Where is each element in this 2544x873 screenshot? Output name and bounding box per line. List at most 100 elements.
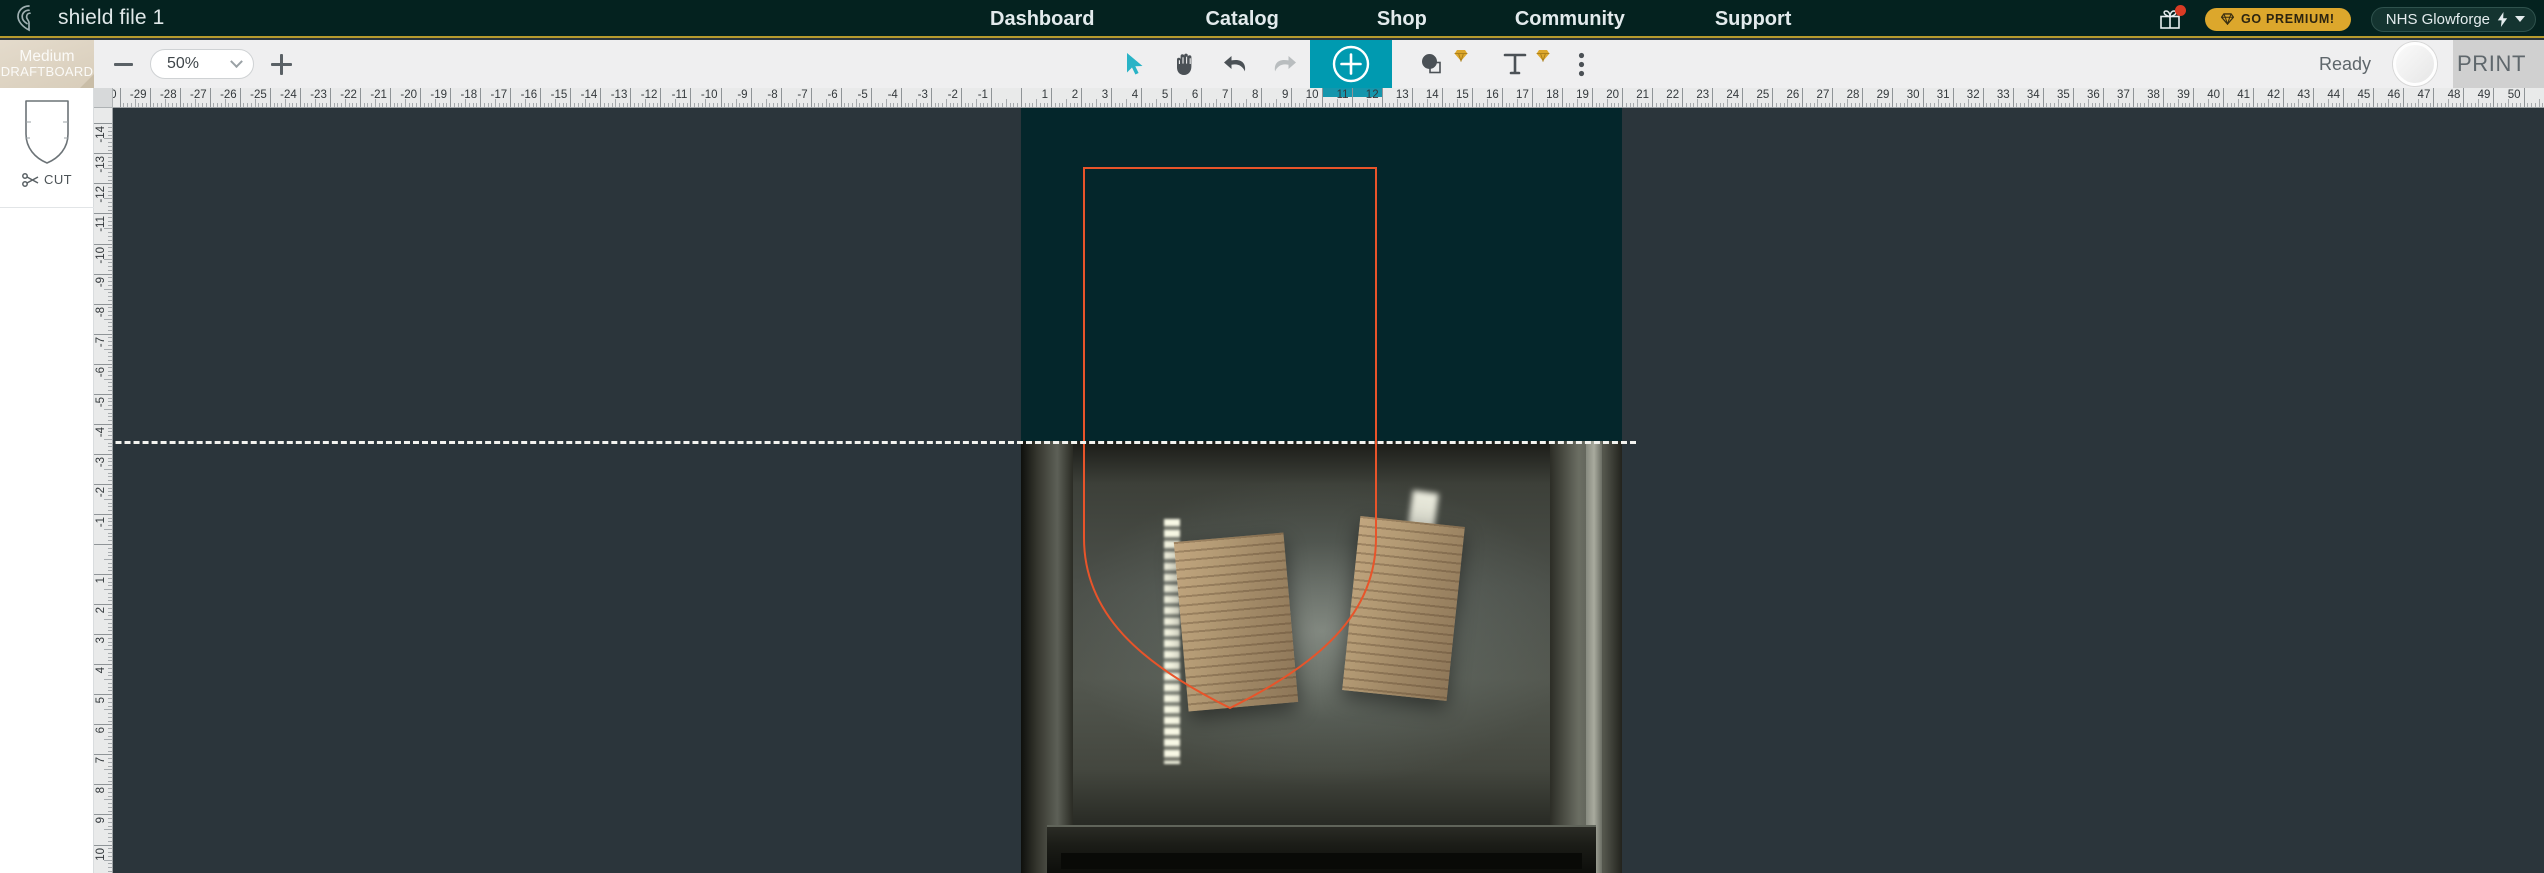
ruler-minor-tick [108, 833, 112, 835]
nav-item-shop[interactable]: Shop [1377, 8, 1427, 31]
zoom-level-select[interactable]: 50% [150, 49, 254, 79]
ruler-minor-tick [1543, 103, 1545, 107]
horizontal-ruler[interactable]: -30-29-28-27-26-25-24-23-22-21-20-19-18-… [113, 88, 2544, 108]
ruler-minor-tick [2020, 103, 2022, 107]
ruler-label: 19 [1576, 89, 1589, 101]
gift-button[interactable] [2155, 4, 2186, 34]
ruler-minor-tick [1069, 103, 1071, 107]
ruler-tick [1321, 88, 1323, 107]
chevron-down-icon [2515, 16, 2525, 22]
ruler-label: 18 [1546, 89, 1559, 101]
material-chip-corner-fold [80, 74, 94, 88]
ruler-minor-tick [108, 776, 112, 778]
ruler-minor-tick [108, 442, 112, 444]
nav-item-catalog[interactable]: Catalog [1205, 8, 1278, 31]
ruler-minor-tick [108, 540, 112, 542]
ruler-label: -22 [340, 89, 357, 101]
ruler-minor-tick [1828, 103, 1830, 107]
material-selector[interactable]: Medium DRAFTBOARD [0, 40, 94, 88]
ruler-minor-tick [104, 679, 112, 681]
ruler-minor-tick [543, 103, 545, 107]
document-title[interactable]: shield file 1 [58, 6, 164, 30]
ruler-minor-tick [1144, 103, 1146, 107]
ruler-tick [94, 664, 112, 666]
ruler-minor-tick [2068, 103, 2070, 107]
operation-row[interactable]: CUT [22, 172, 72, 187]
ruler-minor-tick [104, 799, 112, 801]
ruler-minor-tick [2301, 103, 2303, 107]
ruler-minor-tick [1971, 103, 1973, 107]
zoom-in-button[interactable] [268, 51, 294, 77]
ruler-minor-tick [337, 103, 339, 107]
nav-item-community[interactable]: Community [1515, 8, 1625, 31]
ruler-label: -26 [220, 89, 237, 101]
printer-bed[interactable] [1021, 108, 1622, 873]
zoom-level-value: 50% [167, 55, 200, 72]
ruler-minor-tick [104, 769, 112, 771]
ruler-minor-tick [273, 103, 275, 107]
zoom-out-button[interactable] [110, 51, 136, 77]
pan-tool[interactable] [1160, 40, 1210, 88]
ruler-minor-tick [818, 103, 820, 107]
ruler-label: -10 [700, 89, 718, 101]
ruler-minor-tick [1903, 103, 1905, 107]
ruler-minor-tick [108, 743, 112, 745]
print-knob-dial[interactable] [2393, 42, 2437, 86]
undo-tool[interactable] [1210, 40, 1260, 88]
ruler-minor-tick [322, 103, 324, 107]
ruler-minor-tick [108, 728, 112, 730]
ruler-tick [690, 88, 692, 107]
redo-tool[interactable] [1260, 40, 1310, 88]
ruler-minor-tick [2129, 103, 2131, 107]
ruler-minor-tick [1460, 103, 1462, 107]
ruler-minor-tick [1956, 103, 1958, 107]
select-tool[interactable] [1110, 40, 1160, 88]
ruler-minor-tick [1693, 103, 1695, 107]
ruler-minor-tick [108, 825, 112, 827]
ruler-tick [2223, 88, 2224, 107]
ruler-minor-tick [2151, 103, 2153, 107]
add-artwork-tool[interactable] [1310, 40, 1392, 88]
ruler-minor-tick [378, 103, 380, 107]
ruler-minor-tick [175, 103, 177, 107]
ruler-minor-tick [1640, 103, 1642, 107]
ruler-minor-tick [731, 103, 733, 107]
ruler-tick [2373, 88, 2375, 107]
ruler-minor-tick [108, 596, 112, 598]
ruler-minor-tick [108, 367, 112, 369]
artwork-thumbnail-card[interactable]: CUT [0, 88, 94, 208]
ruler-minor-tick [431, 103, 433, 107]
ruler-tick [1201, 88, 1203, 107]
glowforge-logo[interactable] [0, 0, 58, 37]
ruler-tick [1531, 88, 1533, 107]
ruler-minor-tick [1475, 103, 1477, 107]
ruler-minor-tick [1854, 103, 1856, 107]
print-button[interactable]: PRINT [2453, 40, 2544, 88]
nav-item-support[interactable]: Support [1715, 8, 1792, 31]
ruler-tick [94, 814, 112, 816]
ruler-tick [1892, 88, 1894, 107]
ruler-minor-tick [104, 348, 112, 350]
shapes-tool[interactable] [1392, 40, 1474, 88]
ruler-minor-tick [1933, 103, 1935, 107]
ruler-label: 14 [1425, 89, 1439, 101]
ruler-minor-tick [108, 562, 112, 564]
ruler-minor-tick [108, 566, 112, 568]
ruler-minor-tick [1858, 103, 1860, 107]
ruler-tick [94, 243, 112, 245]
ruler-minor-tick [1340, 103, 1342, 107]
more-options-tool[interactable] [1556, 40, 1606, 88]
vertical-ruler[interactable]: -14 -13 -12 -11 -10 -9 -8 -7 -6 -5 -4 -3 -2 -1 1 2 3 4 5 6 7… [94, 108, 113, 873]
account-menu[interactable]: NHS Glowforge [2370, 6, 2536, 32]
ruler-label: 24 [1726, 89, 1740, 101]
ruler-minor-tick [1821, 103, 1823, 107]
go-premium-button[interactable]: GO PREMIUM! [2204, 7, 2351, 31]
ruler-minor-tick [457, 103, 459, 107]
ruler-minor-tick [108, 296, 112, 298]
design-canvas[interactable] [113, 108, 2544, 873]
text-tool[interactable] [1474, 40, 1556, 88]
ruler-minor-tick [788, 103, 790, 107]
ruler-minor-tick [258, 103, 260, 107]
nav-item-dashboard[interactable]: Dashboard [990, 8, 1094, 31]
ruler-label: 29 [1876, 89, 1890, 101]
